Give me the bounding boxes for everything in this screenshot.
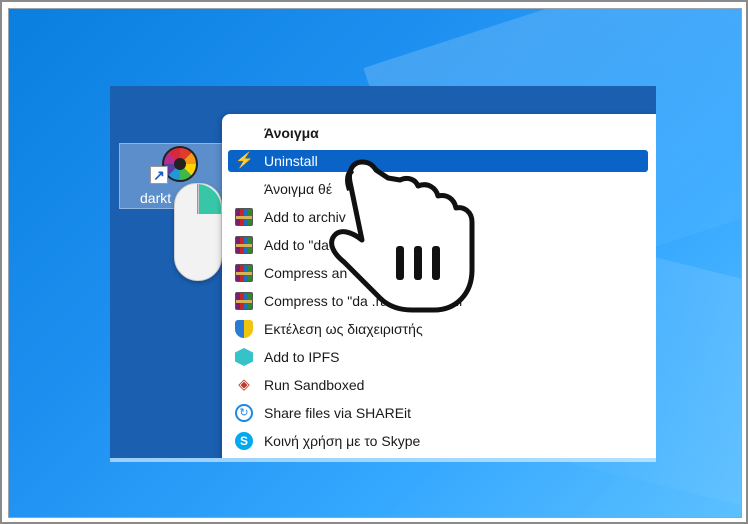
mouse-illustration-icon xyxy=(174,183,222,281)
skype-icon: S xyxy=(235,432,253,450)
lightning-icon: ⚡ xyxy=(235,152,254,169)
menu-item-label: Εκτέλεση ως διαχειριστής xyxy=(264,321,423,337)
menu-item-label: Share files via SHAREit xyxy=(264,405,412,421)
menu-item-label: Άνοιγμα xyxy=(264,125,319,141)
uac-shield-icon xyxy=(235,320,253,338)
menu-item-run-sandboxed[interactable]: ◈ Run Sandboxed xyxy=(228,374,648,396)
menu-item-run-as-admin[interactable]: Εκτέλεση ως διαχειριστής xyxy=(228,318,648,340)
screenshot-edge xyxy=(110,458,656,462)
menu-item-shareit[interactable]: ↻ Share files via SHAREit xyxy=(228,402,648,424)
menu-item-label: Uninstall xyxy=(264,153,318,169)
shortcut-arrow-icon: ↗ xyxy=(150,166,168,184)
menu-item-label: Run Sandboxed xyxy=(264,377,365,393)
mouse-divider xyxy=(198,184,199,214)
sandboxie-icon: ◈ xyxy=(238,376,250,393)
menu-item-label: Add to IPFS xyxy=(264,349,340,365)
winrar-icon xyxy=(235,208,253,226)
menu-item-label: Κοινή χρήση με το Skype xyxy=(264,433,421,449)
menu-item-open[interactable]: Άνοιγμα xyxy=(228,122,648,144)
winrar-icon xyxy=(235,292,253,310)
hand-pointer-icon xyxy=(329,159,475,313)
shareit-icon: ↻ xyxy=(235,404,253,422)
menu-item-share-skype[interactable]: S Κοινή χρήση με το Skype xyxy=(228,430,648,452)
winrar-icon xyxy=(235,236,253,254)
menu-item-add-to-ipfs[interactable]: Add to IPFS xyxy=(228,346,648,368)
winrar-icon xyxy=(235,264,253,282)
ipfs-cube-icon xyxy=(235,348,253,366)
menu-item-label: Add to "da xyxy=(264,237,329,253)
